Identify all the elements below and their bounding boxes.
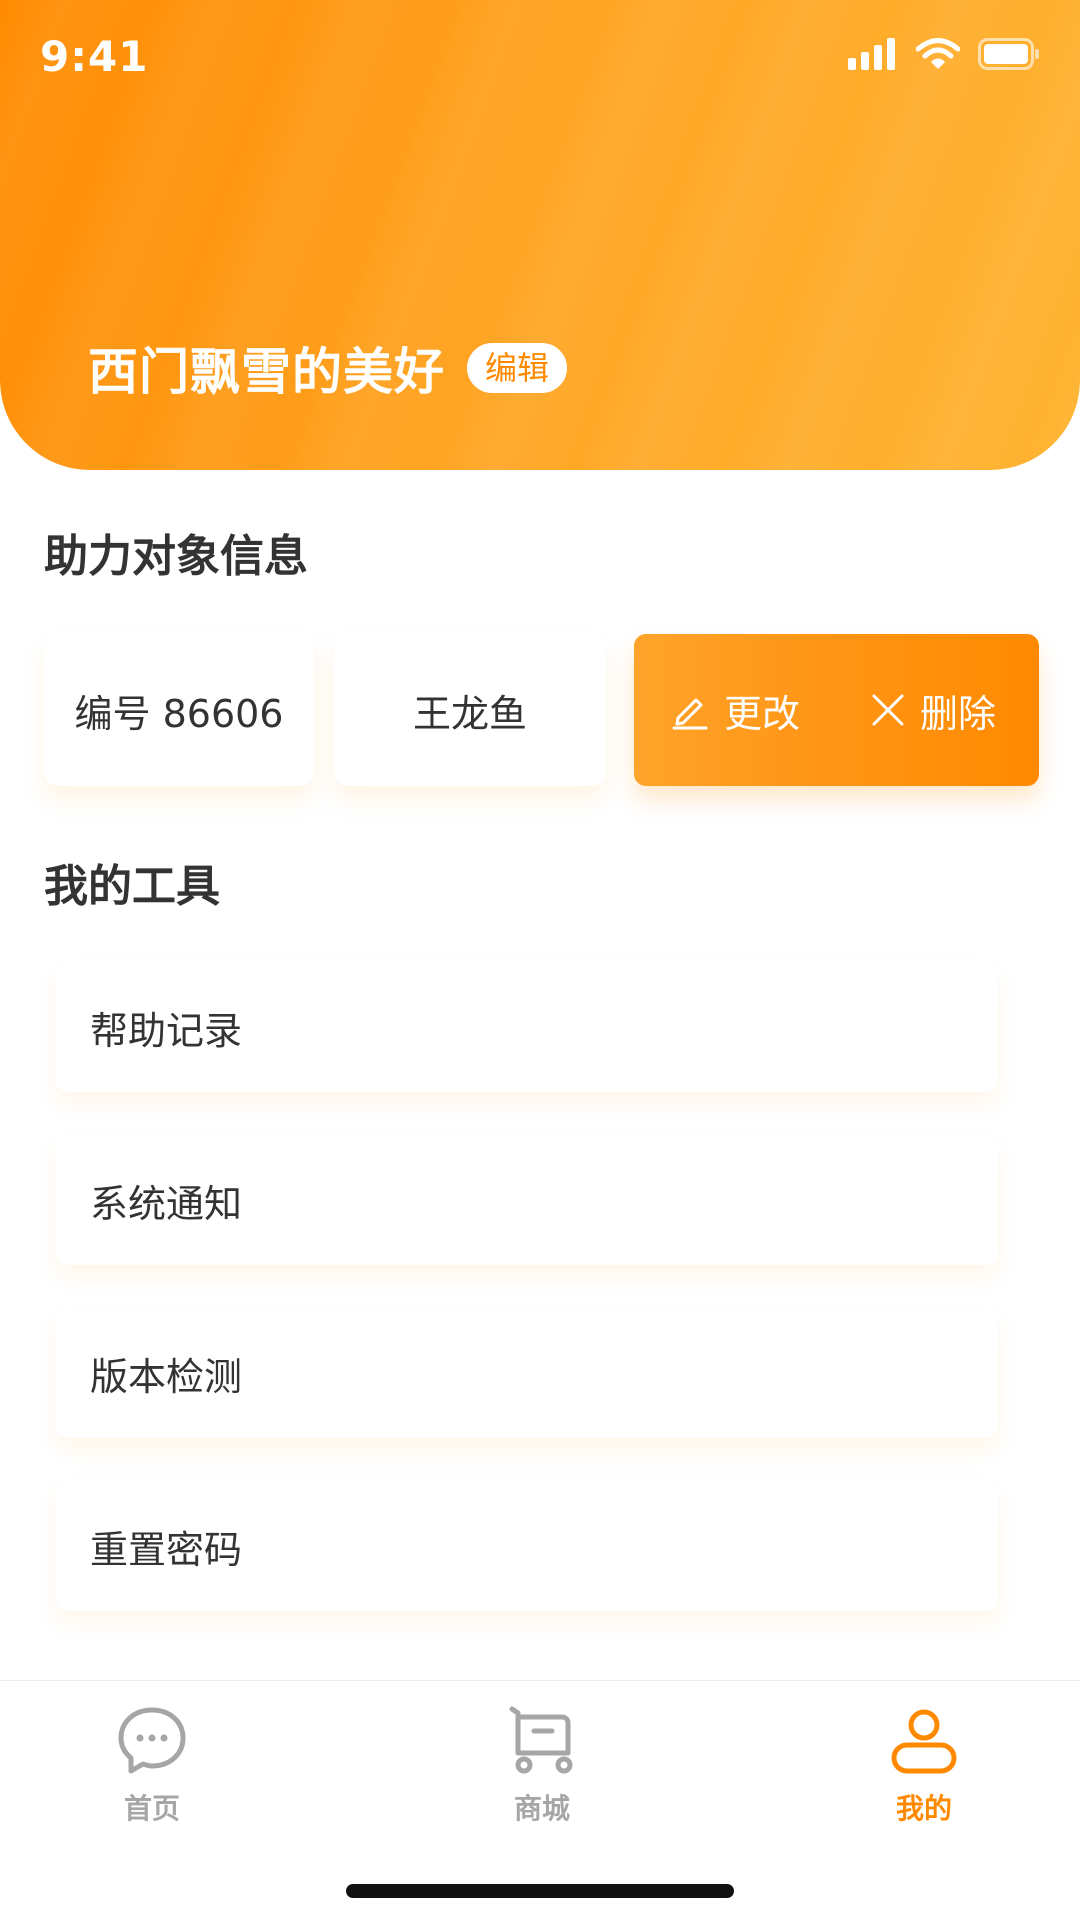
delete-helper-button[interactable]: 删除 [842, 634, 1030, 786]
status-bar: 9:41 [0, 0, 1080, 120]
pencil-icon [672, 698, 708, 730]
tab-label: 我的 [895, 1792, 952, 1825]
helper-actions: 更改 删除 [634, 634, 1039, 786]
chat-bubble-icon [118, 1707, 186, 1774]
tab-label: 商城 [513, 1792, 570, 1825]
helper-section-title: 助力对象信息 [44, 531, 308, 582]
menu-item-help-records[interactable]: 帮助记录 [56, 962, 998, 1092]
menu-item-label: 系统通知 [90, 1181, 243, 1226]
wifi-icon [916, 38, 960, 69]
delete-label: 删除 [920, 691, 997, 736]
menu-item-system-notice[interactable]: 系统通知 [56, 1135, 998, 1265]
helper-info-row: 编号 86606 王龙鱼 更改 删除 [44, 634, 1039, 786]
cart-icon [509, 1706, 573, 1774]
profile-name: 西门飘雪的美好 [88, 343, 445, 401]
status-icons [848, 38, 1040, 70]
status-time: 9:41 [40, 32, 149, 81]
menu-item-reset-password[interactable]: 重置密码 [56, 1481, 998, 1611]
tools-section-title: 我的工具 [44, 861, 220, 912]
profile-row: 西门飘雪的美好 编辑 [88, 332, 568, 404]
tab-label: 首页 [123, 1792, 180, 1825]
signal-icon [848, 38, 895, 70]
menu-item-version-check[interactable]: 版本检测 [56, 1308, 998, 1438]
menu-item-label: 重置密码 [90, 1527, 243, 1572]
edit-profile-button[interactable]: 编辑 [467, 343, 568, 393]
helper-name: 王龙鱼 [334, 634, 606, 786]
close-icon [872, 694, 904, 726]
menu-item-label: 帮助记录 [90, 1008, 243, 1053]
battery-icon [978, 38, 1039, 70]
user-icon [891, 1709, 957, 1774]
change-label: 更改 [724, 691, 801, 736]
change-helper-button[interactable]: 更改 [634, 634, 842, 786]
menu-item-label: 版本检测 [90, 1354, 243, 1399]
tab-mine[interactable]: 我的 [834, 1705, 1014, 1835]
profile-header: 9:41 西门飘雪的美好 编辑 [0, 0, 1080, 470]
tab-mall[interactable]: 商城 [452, 1705, 632, 1835]
home-indicator [346, 1884, 734, 1898]
tab-home[interactable]: 首页 [62, 1705, 242, 1835]
helper-id: 编号 86606 [44, 634, 314, 786]
